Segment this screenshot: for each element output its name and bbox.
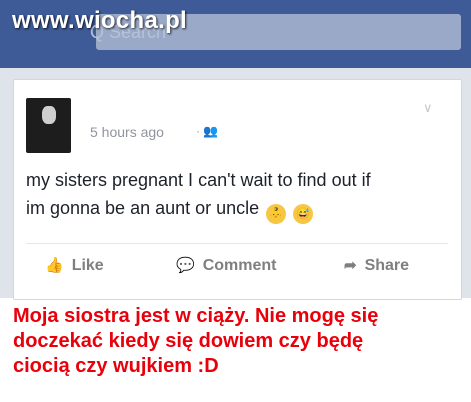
avatar-image [42,106,56,124]
chevron-down-icon[interactable]: ∨ [423,100,433,116]
like-label: Like [71,257,104,274]
caption-line-3: ciocią czy wujkiem :D [13,355,219,377]
post-text-line-1: my sisters pregnant I can't wait to find… [26,170,371,190]
like-button[interactable]: 👍 Like [45,256,104,275]
share-arrow-icon: ➦ [344,257,357,274]
avatar[interactable] [26,98,71,153]
top-navigation-bar: Q Search www.wiocha.pl [0,0,471,68]
post-text: my sisters pregnant I can't wait to find… [26,166,446,224]
site-watermark: www.wiocha.pl [12,7,188,34]
baby-face-icon: 👶 [266,204,287,224]
share-label: Share [364,257,410,274]
caption-line-1: Moja siostra jest w ciąży. Nie mogę się [13,305,379,327]
thumbs-up-icon: 👍 [45,257,64,274]
comment-icon: 💬 [176,257,195,274]
comment-button[interactable]: 💬 Comment [176,256,276,275]
share-button[interactable]: ➦ Share [344,256,409,275]
post-text-line-2: im gonna be an aunt or uncle [26,198,260,218]
grinning-sweat-face-icon: 😅 [293,204,314,224]
caption-line-2: doczekać kiedy się dowiem czy będę [13,330,364,352]
friends-audience-icon[interactable]: · 👥 [196,124,218,138]
caption-translation: Moja siostra jest w ciąży. Nie mogę się … [13,304,453,379]
post-timestamp[interactable]: 5 hours ago [90,124,164,140]
comment-label: Comment [202,257,277,274]
action-divider [26,243,448,244]
